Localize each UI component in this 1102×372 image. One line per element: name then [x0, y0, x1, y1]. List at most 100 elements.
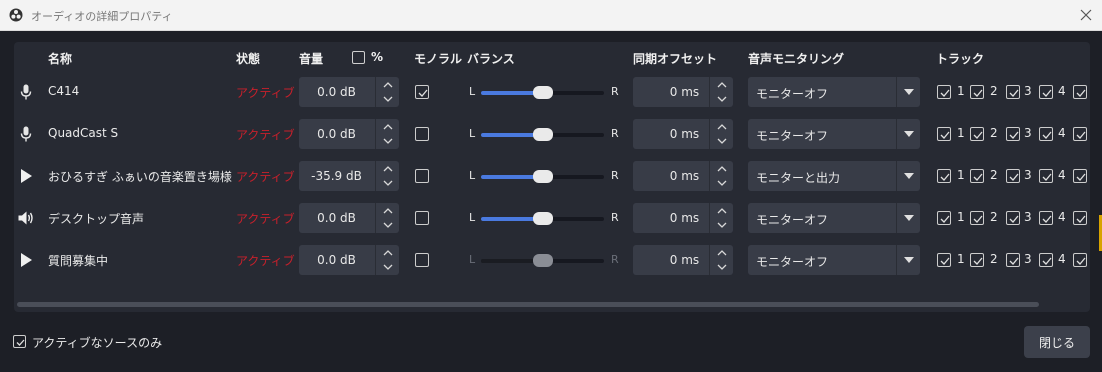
- balance-slider[interactable]: [481, 128, 604, 141]
- mono-checkbox[interactable]: [415, 211, 429, 225]
- track-checkbox[interactable]: [1073, 169, 1087, 183]
- chevron-down-icon[interactable]: [710, 260, 734, 274]
- monitoring-dropdown[interactable]: モニターと出力: [748, 161, 920, 191]
- chevron-down-icon[interactable]: [710, 134, 734, 148]
- mono-checkbox[interactable]: [415, 169, 429, 183]
- monitoring-dropdown[interactable]: モニターオフ: [748, 245, 920, 275]
- track-checkbox[interactable]: [937, 85, 951, 99]
- slider-handle[interactable]: [533, 170, 553, 183]
- track-number: 3: [1024, 84, 1032, 98]
- track-checkbox[interactable]: [970, 253, 984, 267]
- active-only-checkbox[interactable]: [13, 335, 26, 348]
- volume-spinbox[interactable]: 0.0 dB: [299, 119, 399, 149]
- track-number: 1: [957, 210, 965, 224]
- track-checkbox[interactable]: [1006, 85, 1020, 99]
- chevron-down-icon[interactable]: [376, 134, 400, 148]
- track-checkbox[interactable]: [1073, 85, 1087, 99]
- sync-offset-spinbox[interactable]: 0 ms: [633, 245, 733, 275]
- track-checkbox[interactable]: [970, 85, 984, 99]
- monitoring-dropdown[interactable]: モニターオフ: [748, 203, 920, 233]
- dropdown-arrow-icon[interactable]: [896, 245, 920, 275]
- window-title: オーディオの詳細プロパティ: [31, 10, 173, 23]
- dropdown-arrow-icon[interactable]: [896, 161, 920, 191]
- play-icon: [17, 251, 35, 269]
- chevron-down-icon[interactable]: [376, 218, 400, 232]
- chevron-down-icon[interactable]: [376, 176, 400, 190]
- slider-handle[interactable]: [533, 212, 553, 225]
- sync-offset-spinbox[interactable]: 0 ms: [633, 119, 733, 149]
- volume-value[interactable]: -35.9 dB: [299, 169, 374, 183]
- chevron-up-icon[interactable]: [710, 204, 734, 218]
- dropdown-arrow-icon[interactable]: [896, 119, 920, 149]
- track-checkbox[interactable]: [1006, 211, 1020, 225]
- source-row: C414 アクティブ 0.0 dB L R 0 ms モニターオフ 12 3 4: [0, 74, 1102, 110]
- track-checkbox[interactable]: [937, 211, 951, 225]
- chevron-down-icon[interactable]: [376, 260, 400, 274]
- track-checkbox[interactable]: [937, 127, 951, 141]
- status-label: アクティブ: [236, 86, 295, 100]
- chevron-up-icon[interactable]: [376, 204, 400, 218]
- volume-spinbox[interactable]: 0.0 dB: [299, 245, 399, 275]
- track-checkbox[interactable]: [1039, 169, 1053, 183]
- dropdown-arrow-icon[interactable]: [896, 203, 920, 233]
- track-number: 4: [1058, 84, 1066, 98]
- chevron-up-icon[interactable]: [376, 246, 400, 260]
- volume-spinbox[interactable]: -35.9 dB: [299, 161, 399, 191]
- chevron-down-icon[interactable]: [710, 92, 734, 106]
- monitoring-dropdown[interactable]: モニターオフ: [748, 77, 920, 107]
- slider-handle[interactable]: [533, 86, 553, 99]
- track-checkbox[interactable]: [1006, 253, 1020, 267]
- volume-spinbox[interactable]: 0.0 dB: [299, 203, 399, 233]
- close-button[interactable]: 閉じる: [1024, 326, 1090, 358]
- slider-handle: [533, 254, 553, 267]
- sync-offset-spinbox[interactable]: 0 ms: [633, 77, 733, 107]
- mono-checkbox[interactable]: [415, 253, 429, 267]
- volume-value[interactable]: 0.0 dB: [299, 127, 374, 141]
- monitoring-value: モニターオフ: [756, 87, 829, 101]
- sync-offset-spinbox[interactable]: 0 ms: [633, 161, 733, 191]
- track-checkbox[interactable]: [1073, 127, 1087, 141]
- track-checkbox[interactable]: [1039, 127, 1053, 141]
- balance-slider[interactable]: [481, 86, 604, 99]
- track-checkbox[interactable]: [970, 211, 984, 225]
- source-name: デスクトップ音声: [48, 212, 145, 226]
- dropdown-arrow-icon[interactable]: [896, 77, 920, 107]
- source-row: QuadCast S アクティブ 0.0 dB L R 0 ms モニターオフ: [0, 116, 1102, 152]
- balance-slider[interactable]: [481, 212, 604, 225]
- mono-checkbox[interactable]: [415, 127, 429, 141]
- chevron-up-icon[interactable]: [710, 120, 734, 134]
- track-checkbox[interactable]: [1006, 127, 1020, 141]
- chevron-up-icon[interactable]: [376, 120, 400, 134]
- volume-value[interactable]: 0.0 dB: [299, 253, 374, 267]
- track-checkbox[interactable]: [937, 253, 951, 267]
- slider-handle[interactable]: [533, 128, 553, 141]
- chevron-up-icon[interactable]: [710, 246, 734, 260]
- chevron-down-icon[interactable]: [376, 92, 400, 106]
- track-checkbox[interactable]: [1073, 253, 1087, 267]
- track-checkbox[interactable]: [1039, 85, 1053, 99]
- volume-value[interactable]: 0.0 dB: [299, 211, 374, 225]
- track-checkbox[interactable]: [1006, 169, 1020, 183]
- track-checkbox[interactable]: [1039, 211, 1053, 225]
- chevron-down-icon[interactable]: [710, 218, 734, 232]
- chevron-up-icon[interactable]: [376, 78, 400, 92]
- chevron-up-icon[interactable]: [376, 162, 400, 176]
- track-checkbox[interactable]: [1073, 211, 1087, 225]
- sync-offset-spinbox[interactable]: 0 ms: [633, 203, 733, 233]
- monitoring-dropdown[interactable]: モニターオフ: [748, 119, 920, 149]
- chevron-down-icon[interactable]: [710, 176, 734, 190]
- horizontal-scrollbar[interactable]: [17, 302, 1039, 307]
- volume-spinbox[interactable]: 0.0 dB: [299, 77, 399, 107]
- mono-checkbox[interactable]: [415, 85, 429, 99]
- window-close-icon[interactable]: [1076, 5, 1096, 25]
- volume-value[interactable]: 0.0 dB: [299, 85, 374, 99]
- track-checkbox[interactable]: [937, 169, 951, 183]
- chevron-up-icon[interactable]: [710, 162, 734, 176]
- percent-checkbox[interactable]: [352, 51, 365, 64]
- track-checkbox[interactable]: [1039, 253, 1053, 267]
- chevron-up-icon[interactable]: [710, 78, 734, 92]
- balance-slider[interactable]: [481, 170, 604, 183]
- track-checkbox[interactable]: [970, 127, 984, 141]
- track-checkbox[interactable]: [970, 169, 984, 183]
- source-name: QuadCast S: [48, 126, 119, 140]
